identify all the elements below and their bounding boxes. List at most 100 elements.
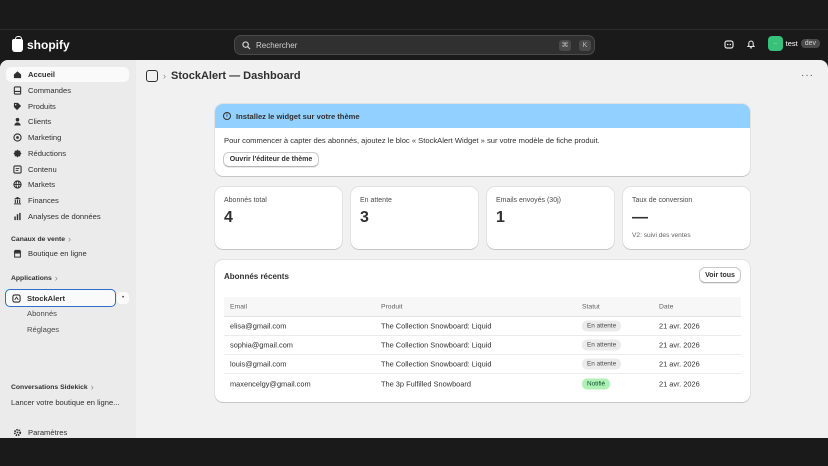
sidebar-item-produits[interactable]: Produits — [6, 99, 129, 114]
home-icon — [13, 71, 22, 79]
shopify-bag-icon — [12, 35, 23, 52]
table-row[interactable]: sophia@gmail.com The Collection Snowboar… — [224, 336, 741, 355]
info-icon: i — [223, 112, 231, 120]
sidebar-subitem-reglages[interactable]: Réglages — [27, 325, 59, 334]
view-all-button[interactable]: Voir tous — [699, 267, 741, 283]
user-name: test — [785, 39, 798, 48]
stat-label: Taux de conversion — [632, 197, 693, 204]
apps-header[interactable]: Applications › — [11, 273, 58, 283]
sidebar-item-analyses[interactable]: Analyses de données — [6, 209, 129, 224]
table-row[interactable]: louis@gmail.com The Collection Snowboard… — [224, 355, 741, 374]
sidebar-item-label: Commandes — [28, 86, 72, 95]
user-menu[interactable]: ·∙ test dev — [767, 36, 820, 51]
section-label: Conversations Sidekick — [11, 383, 88, 391]
stat-value: — — [632, 209, 648, 226]
admin-topbar: shopify Rechercher ⌘ K ·∙ test dev — [0, 29, 828, 60]
discount-icon — [13, 149, 22, 158]
date-cell: 21 avr. 2026 — [659, 321, 700, 331]
sidebar-item-parametres[interactable]: Paramètres — [6, 425, 129, 438]
bell-icon[interactable] — [746, 39, 756, 49]
env-badge: dev — [800, 39, 820, 48]
sidekick-conversation[interactable]: Lancer votre boutique en ligne... — [11, 398, 120, 407]
os-bottom-strip — [0, 438, 828, 466]
sidebar-item-stockalert[interactable]: StockAlert — [5, 289, 116, 307]
stat-label: Emails envoyés (30j) — [496, 197, 561, 204]
column-header: Statut — [582, 303, 600, 310]
banner-header: i Installez le widget sur votre thème — [215, 104, 750, 128]
shopify-logo[interactable]: shopify — [12, 35, 70, 52]
sidebar-item-accueil[interactable]: Accueil — [6, 67, 129, 82]
email-cell: maxencelgy@gmail.com — [230, 379, 311, 388]
product-cell: The Collection Snowboard: Liquid — [381, 359, 492, 369]
stat-card-total: Abonnés total 4 — [215, 187, 342, 249]
section-label: Applications — [11, 274, 52, 282]
person-icon — [14, 117, 21, 126]
sidebar-item-markets[interactable]: Markets — [6, 177, 129, 192]
page-title: StockAlert — Dashboard — [171, 70, 301, 82]
app-icon — [12, 293, 21, 303]
status-badge: Notifié — [582, 378, 611, 389]
pin-icon[interactable]: • — [117, 292, 129, 304]
brand-name: shopify — [27, 38, 70, 52]
product-cell: The Collection Snowboard: Liquid — [381, 340, 492, 350]
sidekick-header[interactable]: Conversations Sidekick › — [11, 382, 94, 392]
globe-icon — [13, 180, 22, 189]
sidebar-item-label: Analyses de données — [28, 212, 101, 221]
content-icon — [13, 165, 22, 174]
chart-icon — [14, 212, 21, 221]
app-icon — [146, 70, 158, 82]
gear-icon — [13, 428, 22, 437]
sidebar-item-label: Paramètres — [28, 428, 68, 437]
sidebar-item-label: Accueil — [28, 70, 56, 79]
banner-text: Pour commencer à capter des abonnés, ajo… — [224, 136, 600, 145]
stat-card-emails: Emails envoyés (30j) 1 — [487, 187, 614, 249]
table-row[interactable]: elisa@gmail.com The Collection Snowboard… — [224, 317, 741, 336]
chevron-right-icon: › — [68, 234, 72, 244]
shortcut-k: K — [579, 39, 591, 51]
section-label: Canaux de vente — [11, 235, 66, 243]
sidebar-item-commandes[interactable]: Commandes — [6, 83, 129, 98]
sales-channels-header[interactable]: Canaux de vente › — [11, 234, 71, 244]
more-actions-icon[interactable]: ··· — [801, 70, 814, 81]
sidebar-item-contenu[interactable]: Contenu — [6, 162, 129, 177]
stat-subtext: V2: suivi des ventes — [632, 232, 691, 239]
table-row[interactable]: maxencelgy@gmail.com The 3p Fulfilled Sn… — [224, 374, 741, 393]
product-cell: The 3p Fulfilled Snowboard — [381, 379, 471, 388]
sidebar-item-label: StockAlert — [27, 293, 65, 303]
sidebar-item-finances[interactable]: Finances — [6, 193, 129, 208]
sidebar-item-label: Produits — [28, 102, 56, 111]
email-cell: louis@gmail.com — [230, 359, 287, 369]
sidebar-item-boutique[interactable]: Boutique en ligne — [6, 246, 129, 261]
bank-icon — [13, 196, 22, 205]
stat-value: 3 — [360, 209, 369, 226]
date-cell: 21 avr. 2026 — [659, 340, 700, 350]
column-header: Produit — [381, 303, 403, 310]
sidebar-item-label: Finances — [28, 196, 59, 205]
shortcut-cmd: ⌘ — [559, 39, 571, 51]
column-header: Date — [659, 303, 674, 310]
stat-label: En attente — [360, 197, 392, 204]
chevron-right-icon: › — [163, 71, 166, 81]
stat-value: 1 — [496, 209, 505, 226]
stat-card-conversion: Taux de conversion — V2: suivi des vente… — [623, 187, 750, 249]
sidebar-item-reductions[interactable]: Réductions — [6, 146, 129, 161]
sidebar-subitem-abonnes[interactable]: Abonnés — [27, 309, 57, 318]
sidebar-item-clients[interactable]: Clients — [6, 114, 129, 129]
search-bar[interactable]: Rechercher ⌘ K — [234, 35, 595, 55]
sidebar: Accueil Commandes Produits Clients Marke… — [0, 60, 136, 438]
sidekick-icon[interactable] — [724, 39, 734, 49]
subscribers-table: Email Produit Statut Date elisa@gmail.co… — [224, 297, 741, 393]
open-theme-editor-button[interactable]: Ouvrir l'éditeur de thème — [223, 152, 319, 167]
sidebar-item-label: Marketing — [28, 133, 62, 142]
page-header: › StockAlert — Dashboard — [146, 70, 301, 82]
sidebar-item-label: Contenu — [28, 165, 57, 174]
product-cell: The Collection Snowboard: Liquid — [381, 321, 492, 331]
stat-value: 4 — [224, 209, 233, 226]
sidebar-item-label: Réductions — [28, 149, 66, 158]
chevron-right-icon: › — [54, 273, 58, 283]
sidebar-item-marketing[interactable]: Marketing — [6, 130, 129, 145]
orders-icon — [13, 86, 22, 95]
date-cell: 21 avr. 2026 — [659, 359, 700, 369]
sidebar-item-label: Clients — [28, 117, 52, 126]
column-header: Email — [230, 303, 247, 310]
